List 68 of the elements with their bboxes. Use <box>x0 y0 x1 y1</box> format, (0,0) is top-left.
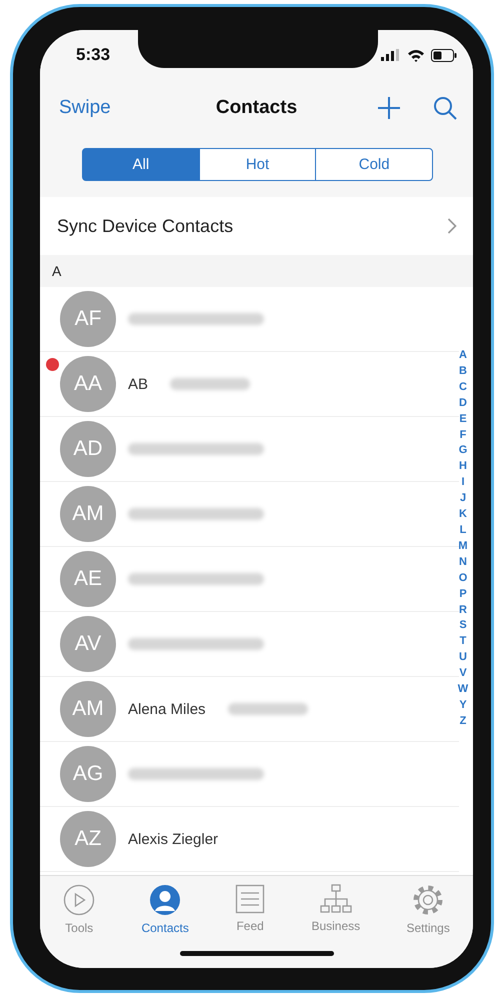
screen-title: Contacts <box>216 97 298 119</box>
index-letter[interactable]: L <box>460 522 466 539</box>
segment-tab[interactable]: All <box>82 148 200 181</box>
index-letter[interactable]: H <box>459 459 467 476</box>
contact-row[interactable]: AE <box>40 547 459 612</box>
index-letter[interactable]: U <box>459 650 467 666</box>
tab-bar-item[interactable]: Settings <box>404 884 452 935</box>
index-letter[interactable]: S <box>459 618 467 634</box>
contact-row[interactable]: AG <box>40 742 459 807</box>
index-letter[interactable]: Y <box>459 698 467 714</box>
status-time: 5:33 <box>76 45 110 65</box>
contact-avatar: AD <box>60 421 116 477</box>
contact-avatar: AV <box>60 616 116 672</box>
contact-row[interactable]: AM <box>40 482 459 547</box>
section-header: A <box>40 255 473 287</box>
index-letter[interactable]: P <box>459 586 467 602</box>
swipe-link[interactable]: Swipe <box>59 97 111 119</box>
tab-bar-item[interactable]: Feed <box>233 884 268 935</box>
index-letter[interactable]: R <box>459 602 467 618</box>
contact-row[interactable]: AV <box>40 612 459 677</box>
index-letter[interactable]: M <box>458 538 468 555</box>
settings-icon <box>412 884 444 916</box>
signal-icon <box>381 49 401 61</box>
index-letter[interactable]: N <box>459 554 467 571</box>
index-letter[interactable]: E <box>459 412 467 428</box>
contact-row[interactable]: AD <box>40 417 459 482</box>
tab-bar-item[interactable]: Business <box>309 884 362 935</box>
contact-row[interactable]: AA AB <box>40 352 459 417</box>
add-icon[interactable] <box>377 96 401 120</box>
index-letter[interactable]: F <box>460 428 466 444</box>
index-letter[interactable]: W <box>458 682 468 698</box>
index-letter[interactable]: Z <box>460 714 466 730</box>
contact-avatar: AM <box>60 681 116 737</box>
contact-row[interactable]: AF <box>40 287 459 352</box>
index-letter[interactable]: C <box>459 380 467 396</box>
index-letter[interactable]: D <box>459 396 467 412</box>
index-letter[interactable]: O <box>458 570 468 587</box>
contact-row[interactable]: AZ Alexis Ziegler <box>40 807 459 872</box>
tab-bar-item[interactable]: Tools <box>61 884 98 935</box>
contact-name: Alena Miles <box>128 700 206 718</box>
chevron-icon <box>447 218 457 234</box>
contact-avatar: AA <box>60 356 116 412</box>
segment-tab[interactable]: Hot <box>198 148 316 181</box>
index-letter[interactable]: K <box>459 507 467 523</box>
contact-avatar: AG <box>60 746 116 802</box>
contact-avatar: AM <box>60 486 116 542</box>
contact-row[interactable]: AM Alena Miles <box>40 677 459 742</box>
index-letter[interactable]: V <box>459 666 467 682</box>
play-icon <box>63 884 96 916</box>
person-icon <box>149 884 182 916</box>
document-icon <box>235 884 266 914</box>
contact-avatar: AF <box>60 291 116 347</box>
org-chart-icon <box>320 884 352 914</box>
contact-avatar: AZ <box>60 811 116 867</box>
tab-bar-item[interactable]: Contacts <box>139 884 191 935</box>
wifi-icon <box>407 48 425 62</box>
contact-name: Alexis Ziegler <box>128 830 218 848</box>
index-letter[interactable]: B <box>459 364 467 380</box>
index-letter[interactable]: A <box>459 348 467 364</box>
index-letter[interactable]: G <box>458 443 468 460</box>
contact-avatar: AE <box>60 551 116 607</box>
index-letter[interactable]: J <box>460 491 466 508</box>
segment-tab[interactable]: Cold <box>315 148 434 181</box>
battery-icon <box>431 48 457 62</box>
index-letter[interactable]: I <box>461 475 465 492</box>
index-letter[interactable]: T <box>460 634 466 650</box>
search-icon[interactable] <box>433 96 457 120</box>
contact-name: AB <box>128 376 148 392</box>
